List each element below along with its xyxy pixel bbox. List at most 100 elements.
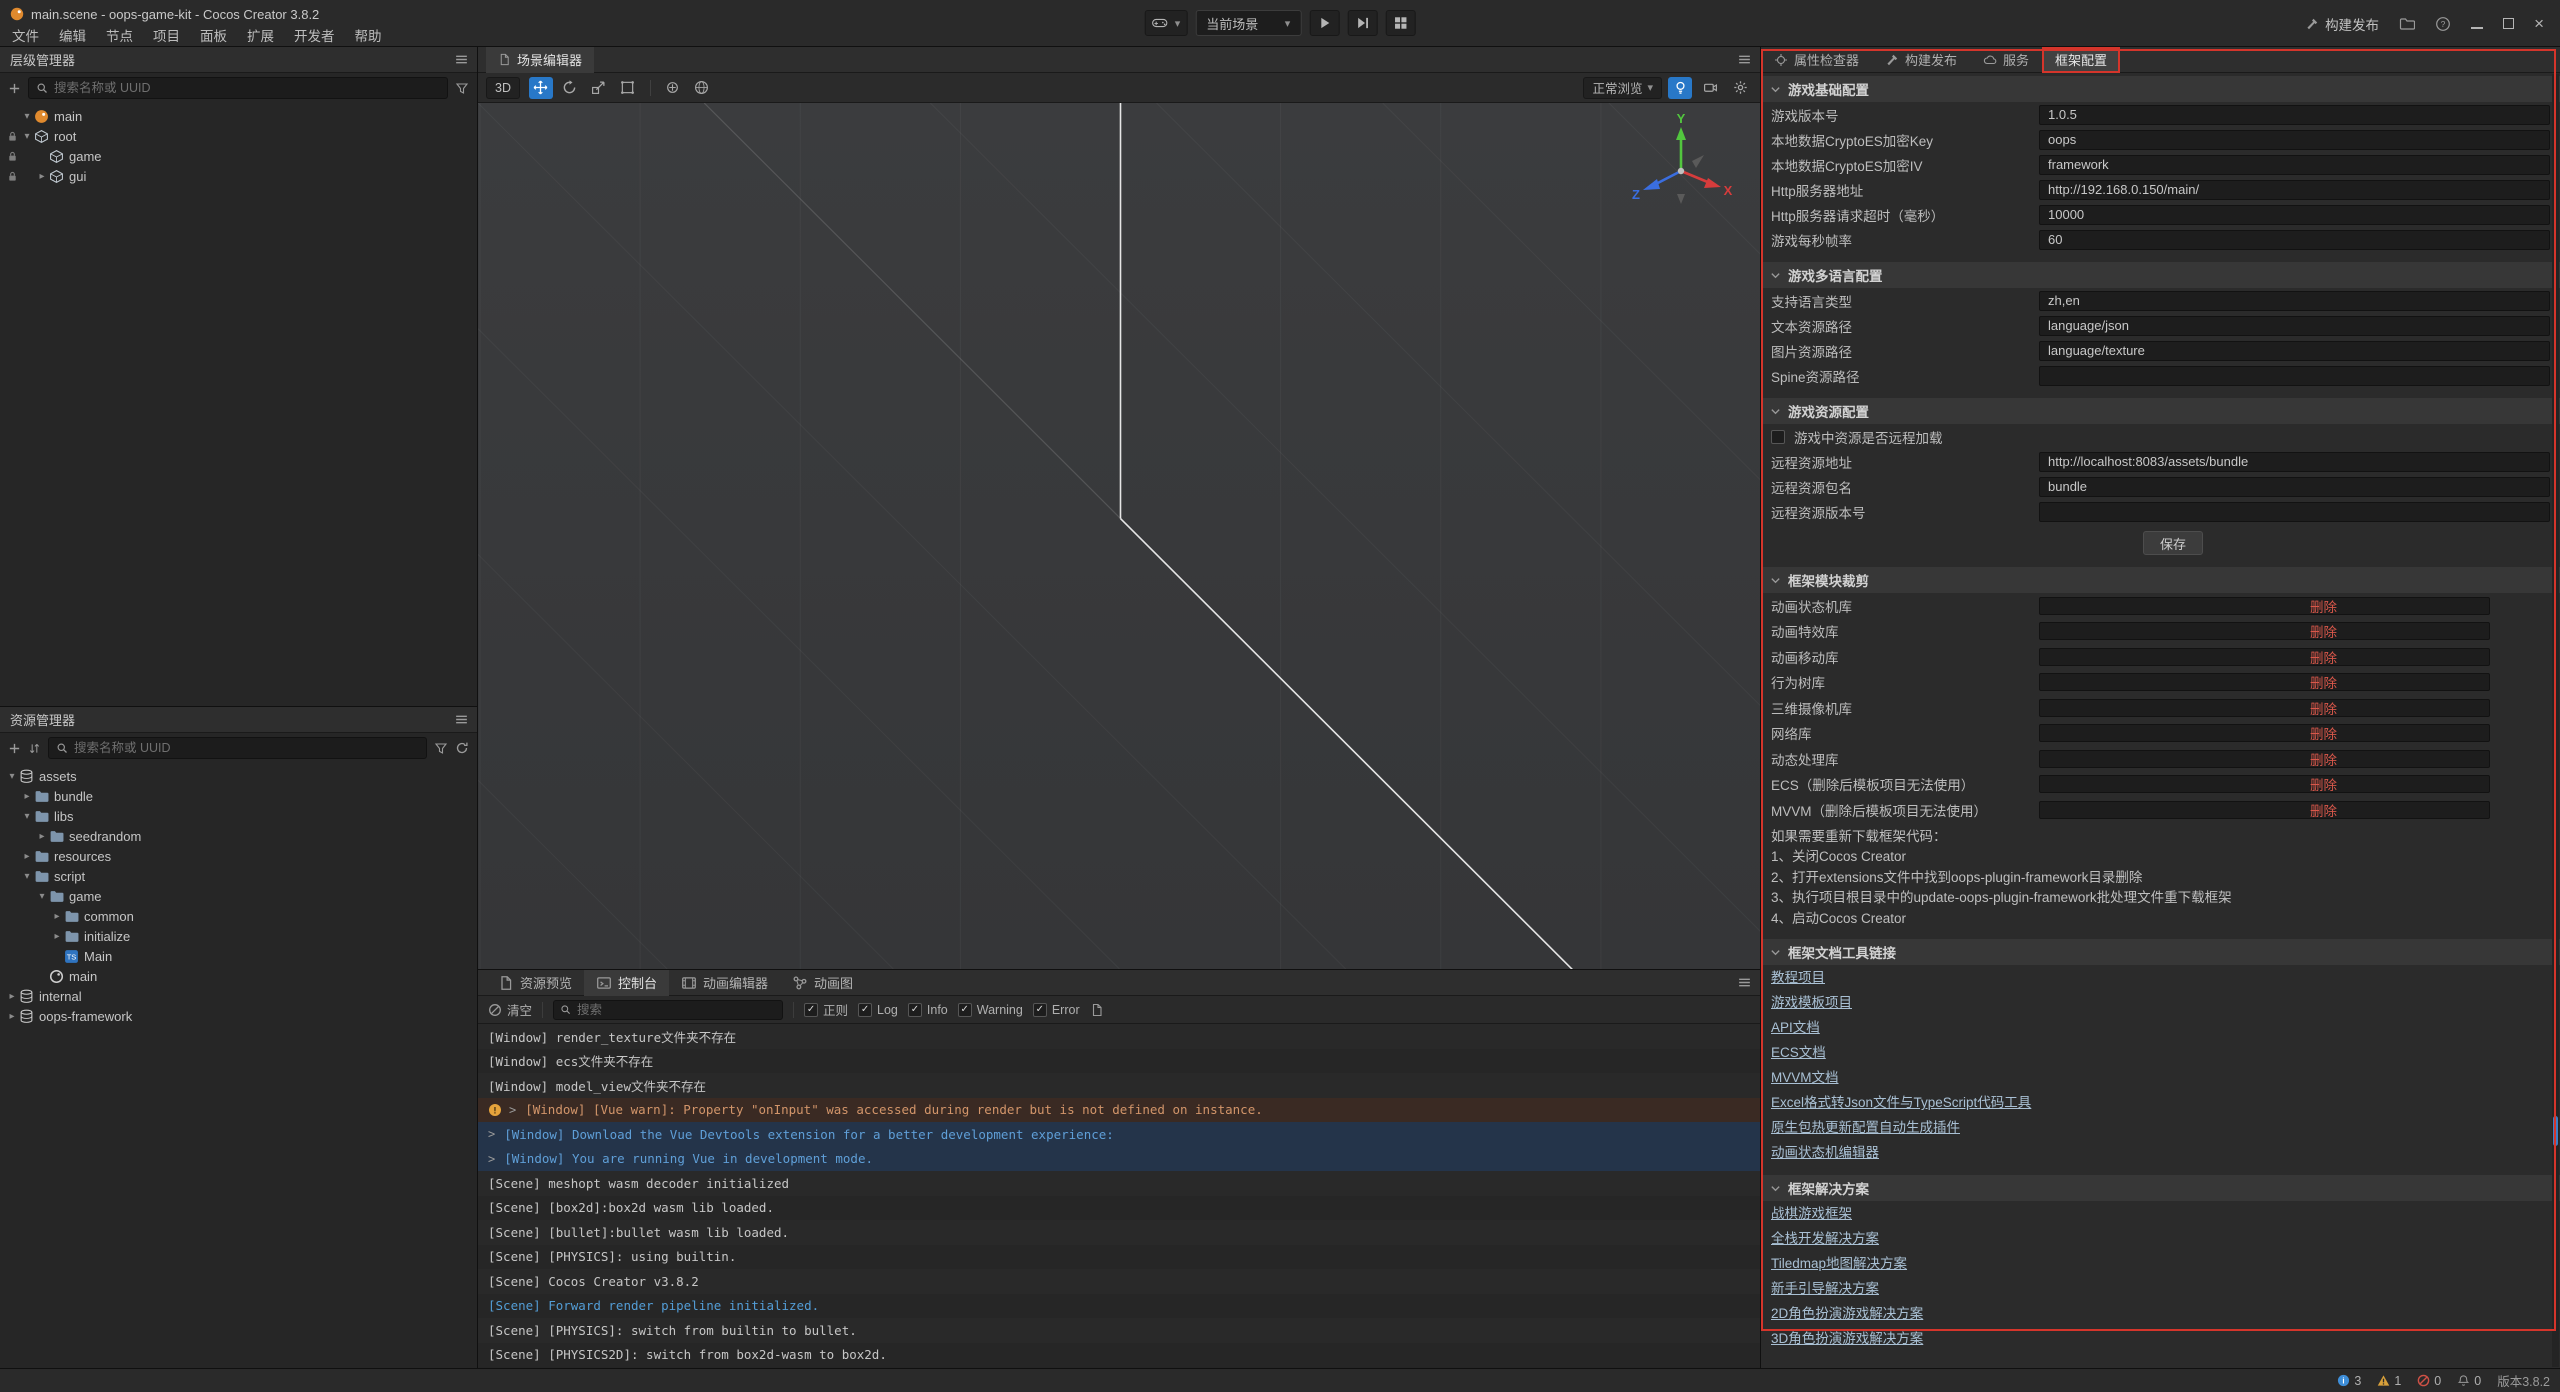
chevron-down-icon[interactable]: ▾ bbox=[35, 891, 49, 902]
save-button[interactable]: 保存 bbox=[2143, 531, 2203, 555]
field-input[interactable] bbox=[2039, 130, 2550, 150]
inspector-tab[interactable]: 框架配置 bbox=[2042, 47, 2120, 73]
section-header[interactable]: 框架模块裁剪 bbox=[1761, 567, 2560, 593]
panel-menu-icon[interactable] bbox=[1737, 975, 1752, 990]
doc-link[interactable]: 教程项目 bbox=[1771, 965, 1825, 990]
warning-count-button[interactable]: 1 bbox=[2377, 1374, 2401, 1388]
filter-checkbox[interactable] bbox=[958, 1003, 972, 1017]
sort-assets-icon[interactable] bbox=[28, 742, 41, 755]
clear-console-button[interactable]: 清空 bbox=[488, 1000, 532, 1019]
asset-node[interactable]: ▸bundle bbox=[0, 786, 477, 806]
menu-item[interactable]: 编辑 bbox=[49, 25, 96, 45]
hierarchy-node[interactable]: ▾main bbox=[0, 106, 477, 126]
build-button[interactable]: 构建发布 bbox=[2305, 14, 2379, 34]
remote-load-checkbox[interactable] bbox=[1771, 430, 1785, 444]
field-input[interactable] bbox=[2039, 291, 2550, 311]
log-row[interactable]: [Scene] Forward render pipeline initiali… bbox=[478, 1294, 1760, 1319]
expand-arrow-icon[interactable]: > bbox=[488, 1127, 495, 1141]
chevron-right-icon[interactable]: ▸ bbox=[50, 911, 64, 922]
delete-module-button[interactable]: 删除 bbox=[2310, 672, 2337, 692]
chevron-down-icon[interactable]: ▾ bbox=[20, 111, 34, 122]
section-header[interactable]: 框架解决方案 bbox=[1761, 1175, 2560, 1201]
menu-item[interactable]: 项目 bbox=[143, 25, 190, 45]
asset-node[interactable]: ▸resources bbox=[0, 846, 477, 866]
panel-menu-icon[interactable] bbox=[1737, 52, 1752, 67]
open-project-folder-icon[interactable] bbox=[2399, 16, 2415, 32]
chevron-down-icon[interactable]: ▾ bbox=[20, 871, 34, 882]
log-row[interactable]: [Window] model_view文件夹不存在 bbox=[478, 1073, 1760, 1098]
view-mode-select[interactable]: 正常浏览 ▾ bbox=[1583, 77, 1662, 99]
close-button[interactable]: × bbox=[2534, 15, 2544, 32]
chevron-down-icon[interactable]: ▾ bbox=[20, 131, 34, 142]
log-row[interactable]: >[Window] Download the Vue Devtools exte… bbox=[478, 1122, 1760, 1147]
asset-node[interactable]: ▾assets bbox=[0, 766, 477, 786]
doc-link[interactable]: MVVM文档 bbox=[1771, 1065, 1839, 1090]
doc-link[interactable]: 动画状态机编辑器 bbox=[1771, 1140, 1879, 1165]
chevron-right-icon[interactable]: ▸ bbox=[5, 1011, 19, 1022]
scene-viewport[interactable]: Y X Z bbox=[478, 103, 1760, 969]
field-input[interactable] bbox=[2039, 341, 2550, 361]
log-row[interactable]: [Scene] [box2d]:box2d wasm lib loaded. bbox=[478, 1196, 1760, 1221]
log-row[interactable]: [Window] ecs文件夹不存在 bbox=[478, 1049, 1760, 1074]
asset-node[interactable]: ▸common bbox=[0, 906, 477, 926]
info-count-button[interactable]: i 3 bbox=[2337, 1374, 2361, 1388]
solution-link[interactable]: 新手引导解决方案 bbox=[1771, 1276, 1879, 1301]
section-header[interactable]: 游戏基础配置 bbox=[1761, 76, 2560, 102]
asset-node[interactable]: ▾script bbox=[0, 866, 477, 886]
delete-module-button[interactable]: 删除 bbox=[2310, 698, 2337, 718]
section-header[interactable]: 框架文档工具链接 bbox=[1761, 939, 2560, 965]
solution-link[interactable]: 全栈开发解决方案 bbox=[1771, 1226, 1879, 1251]
menu-item[interactable]: 开发者 bbox=[284, 25, 345, 45]
move-tool-button[interactable] bbox=[529, 77, 553, 99]
preview-device-button[interactable]: ▾ bbox=[1145, 10, 1188, 36]
regex-toggle[interactable]: 正则 bbox=[804, 1000, 848, 1019]
console-filter[interactable]: Log bbox=[858, 1003, 898, 1017]
chevron-right-icon[interactable]: ▸ bbox=[35, 831, 49, 842]
log-row[interactable]: [Scene] meshopt wasm decoder initialized bbox=[478, 1171, 1760, 1196]
asset-node[interactable]: main bbox=[0, 966, 477, 986]
console-filter[interactable]: Info bbox=[908, 1003, 948, 1017]
log-row[interactable]: >[Window] You are running Vue in develop… bbox=[478, 1147, 1760, 1172]
play-button[interactable] bbox=[1309, 10, 1339, 36]
delete-module-button[interactable]: 删除 bbox=[2310, 621, 2337, 641]
field-input[interactable] bbox=[2039, 366, 2550, 386]
doc-link[interactable]: 原生包热更新配置自动生成插件 bbox=[1771, 1115, 1960, 1140]
log-row[interactable]: [Window] render_texture文件夹不存在 bbox=[478, 1024, 1760, 1049]
log-row[interactable]: !>[Window] [Vue warn]: Property "onInput… bbox=[478, 1098, 1760, 1123]
hierarchy-node[interactable]: ▾root bbox=[0, 126, 477, 146]
log-row[interactable]: [Scene] [PHYSICS]: switch from builtin t… bbox=[478, 1318, 1760, 1343]
inspector-tab[interactable]: 构建发布 bbox=[1872, 47, 1970, 73]
panel-menu-icon[interactable] bbox=[454, 712, 469, 727]
console-filter[interactable]: Error bbox=[1033, 1003, 1080, 1017]
hierarchy-search-input[interactable] bbox=[54, 81, 440, 95]
assets-filter-icon[interactable] bbox=[434, 741, 448, 755]
axis-gizmo[interactable]: Y X Z bbox=[1626, 109, 1736, 219]
scene-settings-button[interactable] bbox=[1728, 77, 1752, 99]
hierarchy-filter-icon[interactable] bbox=[455, 81, 469, 95]
field-input[interactable] bbox=[2039, 180, 2550, 200]
field-input[interactable] bbox=[2039, 155, 2550, 175]
chevron-down-icon[interactable]: ▾ bbox=[5, 771, 19, 782]
asset-node[interactable]: ▸seedrandom bbox=[0, 826, 477, 846]
field-input[interactable] bbox=[2039, 230, 2550, 250]
delete-module-button[interactable]: 删除 bbox=[2310, 647, 2337, 667]
chevron-right-icon[interactable]: ▸ bbox=[50, 931, 64, 942]
open-log-file-button[interactable] bbox=[1090, 1003, 1104, 1017]
asset-node[interactable]: ▸internal bbox=[0, 986, 477, 1006]
chevron-right-icon[interactable]: ▸ bbox=[20, 851, 34, 862]
scene-camera-button[interactable] bbox=[1698, 77, 1722, 99]
lighting-toggle-button[interactable] bbox=[1668, 77, 1692, 99]
scrollbar-thumb[interactable] bbox=[2553, 1116, 2558, 1146]
rotate-tool-button[interactable] bbox=[558, 77, 582, 99]
menu-item[interactable]: 帮助 bbox=[345, 25, 392, 45]
doc-link[interactable]: ECS文档 bbox=[1771, 1040, 1826, 1065]
inspector-tab[interactable]: 属性检查器 bbox=[1761, 47, 1872, 73]
expand-arrow-icon[interactable]: > bbox=[509, 1103, 516, 1117]
delete-module-button[interactable]: 删除 bbox=[2310, 774, 2337, 794]
field-input[interactable] bbox=[2039, 105, 2550, 125]
minimize-button[interactable] bbox=[2471, 16, 2483, 32]
menu-item[interactable]: 节点 bbox=[96, 25, 143, 45]
log-row[interactable]: [Scene] [PHYSICS]: using builtin. bbox=[478, 1245, 1760, 1270]
console-tab[interactable]: 动画图 bbox=[780, 970, 865, 996]
field-input[interactable] bbox=[2039, 316, 2550, 336]
